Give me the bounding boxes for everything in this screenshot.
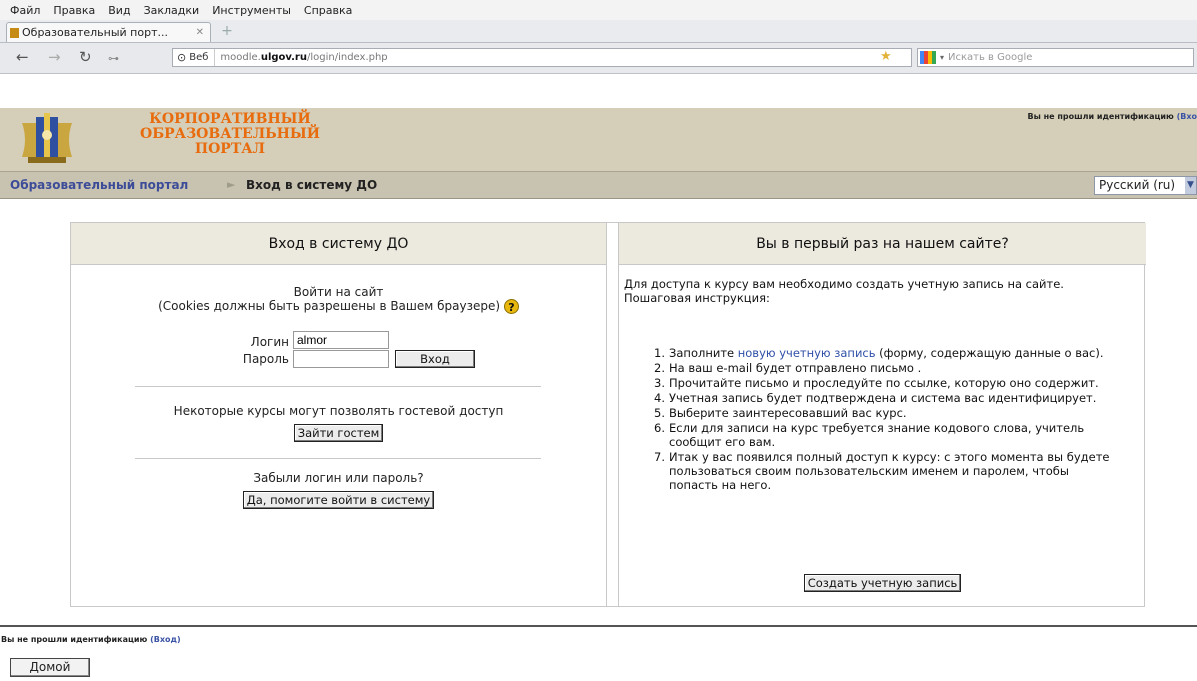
forgot-text: Забыли логин или пароль? (253, 471, 424, 485)
portal-title: КОРПОРАТИВНЫЙ ОБРАЗОВАТЕЛЬНЫЙ ПОРТАЛ (140, 111, 320, 157)
forgot-button-row: Да, помогите войти в систему (71, 491, 606, 509)
site-header: КОРПОРАТИВНЫЙ ОБРАЗОВАТЕЛЬНЫЙ ПОРТАЛ Вы … (0, 108, 1197, 171)
site-identity-badge[interactable]: ⊙ Веб (173, 49, 216, 66)
breadcrumb-separator-icon: ► (227, 178, 236, 191)
breadcrumb: Образовательный портал ► Вход в систему … (0, 171, 1197, 199)
search-dropdown-icon[interactable]: ▾ (940, 53, 944, 62)
login-link-footer[interactable]: (Вход) (150, 635, 181, 644)
help-icon[interactable]: ? (503, 299, 519, 314)
list-item: 5. Выберите заинтересовавший вас курс. (654, 406, 907, 420)
browser-menu-bar: Файл Правка Вид Закладки Инструменты Спр… (0, 0, 1197, 20)
create-button-row: Создать учетную запись (619, 574, 1146, 592)
list-item: 2. На ваш e-mail будет отправлено письмо … (654, 361, 922, 375)
username-label: Логин (250, 335, 289, 349)
login-heading: Вход в систему ДО (71, 223, 606, 265)
menu-edit[interactable]: Правка (53, 4, 95, 17)
tab-title: Образовательный порт... (22, 26, 168, 39)
menu-tools[interactable]: Инструменты (212, 4, 291, 17)
menu-help[interactable]: Справка (304, 4, 352, 17)
list-item: 1. Заполните новую учетную запись (форму… (654, 346, 1104, 360)
guest-login-button[interactable]: Зайти гостем (293, 424, 384, 442)
signup-steps-list: 1. Заполните новую учетную запись (форму… (648, 346, 1118, 493)
google-logo-icon (920, 51, 936, 64)
divider (135, 386, 541, 387)
login-status-footer: Вы не прошли идентификацию (Вход) (1, 635, 181, 644)
password-label: Пароль (242, 352, 289, 366)
menu-file[interactable]: Файл (10, 4, 40, 17)
menu-view[interactable]: Вид (108, 4, 130, 17)
browser-nav-bar: ← → ↻ ⊶ ⊙ Веб moodle.ulgov.ru/login/inde… (0, 43, 1197, 74)
search-placeholder: Искать в Google (948, 52, 1033, 63)
url-text: moodle.ulgov.ru/login/index.php (220, 52, 388, 63)
list-item: 7. Итак у вас появился полный доступ к ку… (654, 450, 1110, 492)
new-tab-icon[interactable]: + (218, 23, 236, 39)
coat-of-arms-icon (22, 113, 72, 163)
login-button[interactable]: Вход (395, 350, 475, 368)
home-button[interactable]: Домой (10, 658, 90, 677)
footer-divider (0, 625, 1197, 627)
create-account-button[interactable]: Создать учетную запись (803, 574, 962, 592)
globe-icon: ⊙ (177, 51, 187, 64)
list-item: 3. Прочитайте письмо и проследуйте по ссы… (654, 376, 1099, 390)
guest-access-text: Некоторые курсы могут позволять гостевой… (173, 404, 504, 418)
guest-button-row: Зайти гостем (71, 424, 606, 442)
tab-close-icon[interactable]: ✕ (196, 27, 204, 38)
list-item: 4. Учетная запись будет подтверждена и си… (654, 391, 1097, 405)
address-bar[interactable]: ⊙ Веб moodle.ulgov.ru/login/index.php (172, 48, 912, 67)
new-account-link[interactable]: новую учетную запись (738, 346, 876, 360)
menu-bookmarks[interactable]: Закладки (144, 4, 200, 17)
forgot-password-button[interactable]: Да, помогите войти в систему (242, 491, 435, 509)
browser-tab[interactable]: Образовательный порт... ✕ (6, 22, 211, 42)
browser-tab-bar: Образовательный порт... ✕ + (0, 20, 1197, 43)
signup-heading: Вы в первый раз на нашем сайте? (619, 223, 1146, 265)
signup-box: Вы в первый раз на нашем сайте? Для дост… (618, 223, 1146, 606)
divider (135, 458, 541, 459)
username-input[interactable] (293, 331, 389, 349)
main-content: Вход в систему ДО Войти на сайт (Cookies… (70, 222, 1146, 607)
language-select[interactable]: Русский (ru) ▼ (1094, 176, 1197, 195)
forward-arrow-icon[interactable]: → (48, 49, 61, 65)
reload-icon[interactable]: ↻ (79, 49, 92, 65)
back-arrow-icon[interactable]: ← (16, 49, 29, 65)
breadcrumb-home-link[interactable]: Образовательный портал (10, 178, 188, 192)
stop-icon[interactable]: ⊶ (108, 51, 119, 67)
chevron-down-icon: ▼ (1185, 177, 1196, 194)
login-link-top[interactable]: (Вхо (1177, 112, 1197, 121)
cookies-note: (Cookies должны быть разрешены в Вашем б… (71, 299, 606, 314)
password-input[interactable] (293, 350, 389, 368)
bookmark-star-icon[interactable]: ★ (880, 49, 892, 64)
site-favicon-icon (10, 27, 19, 38)
login-intro: Войти на сайт (293, 285, 384, 299)
breadcrumb-current: Вход в систему ДО (246, 178, 378, 192)
login-box: Вход в систему ДО Войти на сайт (Cookies… (71, 223, 607, 606)
list-item: 6. Если для записи на курс требуется знан… (654, 421, 1085, 449)
signup-intro: Для доступа к курсу вам необходимо созда… (624, 277, 1064, 305)
search-input[interactable]: ▾ Искать в Google (917, 48, 1194, 67)
login-status-top: Вы не прошли идентификацию (Вхо (1027, 112, 1197, 121)
